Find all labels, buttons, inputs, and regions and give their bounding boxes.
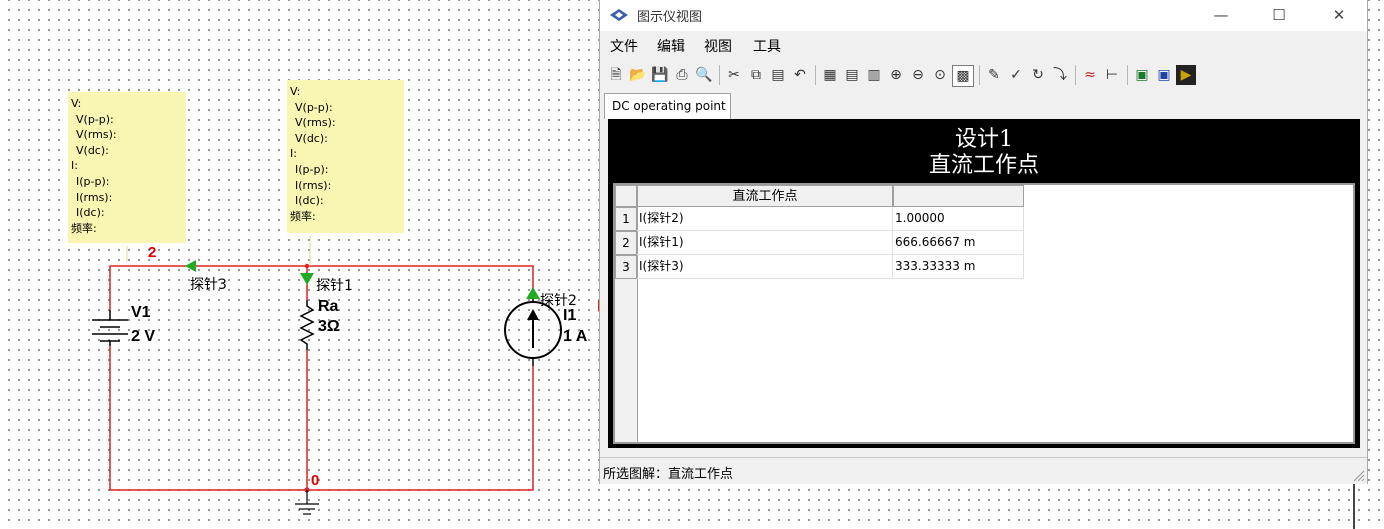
status-bar: 所选图解：直流工作点 bbox=[600, 457, 1367, 484]
ground-symbol bbox=[295, 490, 319, 515]
battery-symbol bbox=[92, 310, 128, 346]
resize-grip-icon[interactable] bbox=[1351, 468, 1365, 482]
row-number[interactable]: 1 bbox=[615, 207, 637, 231]
probe-line: I: bbox=[71, 159, 78, 173]
table-cell-name[interactable]: I(探针1) bbox=[637, 231, 893, 255]
overlay-icon[interactable]: ↻ bbox=[1028, 65, 1048, 85]
grid-icon[interactable]: ▦ bbox=[820, 65, 840, 85]
probe-line: V(p-p): bbox=[76, 112, 114, 126]
menu-edit[interactable]: 编辑 bbox=[657, 36, 685, 56]
zoom-fit-icon[interactable]: ⊙ bbox=[930, 65, 950, 85]
toolbar: 🗎 📂 💾 ⎙ 🔍 ✂ ⧉ ▤ ↶ ▦ ▤ ▥ ⊕ ⊖ ⊙ ▩ ✎ ✓ ↻ ⤵ … bbox=[600, 58, 1367, 92]
tab-strip: DC operating point bbox=[600, 92, 1367, 120]
column-header-value[interactable] bbox=[893, 185, 1024, 207]
add-cursor-icon[interactable]: ⊢ bbox=[1102, 65, 1122, 85]
minimize-icon[interactable]: — bbox=[1206, 4, 1236, 26]
table-header: 直流工作点 bbox=[637, 185, 1353, 207]
node-label-ground: 0 bbox=[311, 472, 320, 489]
ra-name[interactable]: Ra bbox=[318, 298, 338, 316]
print-preview-icon[interactable]: 🔍 bbox=[694, 65, 714, 85]
ra-value[interactable]: 3Ω bbox=[318, 318, 340, 336]
results-table[interactable]: 直流工作点 1 I(探针2) 1.00000 2 I(探针1) 666.6666… bbox=[613, 183, 1355, 444]
probe-line: I(rms): bbox=[295, 178, 332, 192]
column-header-name[interactable]: 直流工作点 bbox=[637, 185, 893, 207]
i1-value[interactable]: 1 A bbox=[563, 328, 587, 346]
title-bar[interactable]: 图示仪视图 — ☐ ✕ bbox=[600, 0, 1367, 31]
grapher-app-icon bbox=[610, 9, 628, 21]
maximize-icon[interactable]: ☐ bbox=[1264, 4, 1294, 26]
probe-line: V(dc): bbox=[76, 143, 109, 157]
probe-line: I(rms): bbox=[76, 190, 113, 204]
copy-icon[interactable]: ⧉ bbox=[746, 65, 766, 85]
graph-panel[interactable]: 设计1 直流工作点 直流工作点 1 I(探针2) 1.00000 2 I(探针1… bbox=[608, 119, 1360, 448]
probe1-label[interactable]: 探针1 bbox=[316, 275, 353, 295]
i1-name[interactable]: I1 bbox=[563, 307, 576, 325]
save-icon[interactable]: 💾 bbox=[650, 65, 670, 85]
probe-line: V: bbox=[71, 97, 82, 110]
probe-line: I(dc): bbox=[295, 194, 324, 208]
probe-info-box-right: V: V(p-p): V(rms): V(dc): I: I(p-p): I(r… bbox=[287, 80, 404, 233]
probe-line: V(rms): bbox=[76, 128, 117, 142]
table-cell-name[interactable]: I(探针2) bbox=[637, 207, 893, 231]
cut-icon[interactable]: ✂ bbox=[724, 65, 744, 85]
probe2-arrow bbox=[526, 287, 540, 299]
export-icon[interactable]: ⤵ bbox=[1050, 65, 1070, 85]
menu-view[interactable]: 视图 bbox=[704, 36, 732, 56]
properties-icon[interactable]: ✎ bbox=[984, 65, 1004, 85]
zoom-out-icon[interactable]: ⊖ bbox=[908, 65, 928, 85]
probe-line: V(rms): bbox=[295, 116, 336, 130]
v1-name[interactable]: V1 bbox=[131, 304, 151, 322]
table-cell-value[interactable]: 1.00000 bbox=[893, 207, 1024, 231]
table-corner bbox=[615, 185, 637, 207]
probe-line: 频率: bbox=[71, 221, 97, 235]
graph-subtitle: 直流工作点 bbox=[928, 153, 1039, 178]
probe-line: V: bbox=[290, 85, 301, 98]
menu-file[interactable]: 文件 bbox=[610, 36, 638, 56]
probe-line: 频率: bbox=[290, 209, 316, 223]
legend-icon[interactable]: ▤ bbox=[842, 65, 862, 85]
tab-dc-operating-point[interactable]: DC operating point bbox=[604, 93, 731, 119]
zoom-in-icon[interactable]: ⊕ bbox=[886, 65, 906, 85]
grapher-window[interactable]: 图示仪视图 — ☐ ✕ 文件 编辑 视图 工具 🗎 📂 💾 ⎙ 🔍 ✂ ⧉ ▤ … bbox=[599, 0, 1368, 484]
close-icon[interactable]: ✕ bbox=[1324, 4, 1354, 26]
probe-info-box-left: V: V(p-p): V(rms): V(dc): I: I(p-p): I(r… bbox=[68, 92, 186, 243]
probe-line: I(p-p): bbox=[295, 162, 329, 176]
probe3-arrow bbox=[185, 260, 196, 272]
window-title: 图示仪视图 bbox=[637, 10, 703, 25]
menu-tools[interactable]: 工具 bbox=[753, 36, 781, 56]
add-trace-icon[interactable]: ≈ bbox=[1080, 65, 1100, 85]
probe1-arrow bbox=[300, 273, 314, 285]
v1-value[interactable]: 2 V bbox=[131, 328, 155, 346]
new-icon[interactable]: 🗎 bbox=[606, 65, 626, 85]
probe-line: I: bbox=[290, 147, 297, 161]
probe3-label[interactable]: 探针3 bbox=[190, 274, 227, 294]
resistor-symbol bbox=[299, 300, 315, 350]
select-trace-icon[interactable]: ✓ bbox=[1006, 65, 1026, 85]
paste-icon[interactable]: ▤ bbox=[768, 65, 788, 85]
menu-bar: 文件 编辑 视图 工具 bbox=[600, 31, 1367, 57]
row-number[interactable]: 3 bbox=[615, 255, 637, 279]
open-icon[interactable]: 📂 bbox=[628, 65, 648, 85]
print-icon[interactable]: ⎙ bbox=[672, 65, 692, 85]
row-number[interactable]: 2 bbox=[615, 231, 637, 255]
table-cell-name[interactable]: I(探针3) bbox=[637, 255, 893, 279]
probe-line: V(dc): bbox=[295, 131, 328, 145]
probe-line: V(p-p): bbox=[295, 100, 333, 114]
excel-export-icon[interactable]: ▣ bbox=[1132, 65, 1152, 85]
table-cell-value[interactable]: 333.33333 m bbox=[893, 255, 1024, 279]
probe-line: I(p-p): bbox=[76, 174, 110, 188]
node-label-top: 2 bbox=[148, 244, 157, 261]
mathcad-export-icon[interactable]: ▣ bbox=[1154, 65, 1174, 85]
table-cell-value[interactable]: 666.66667 m bbox=[893, 231, 1024, 255]
reverse-colors-icon[interactable]: ▩ bbox=[952, 65, 974, 87]
status-text: 所选图解：直流工作点 bbox=[603, 467, 734, 482]
probe-line: I(dc): bbox=[76, 206, 105, 220]
undo-icon[interactable]: ↶ bbox=[790, 65, 810, 85]
cursors-icon[interactable]: ▥ bbox=[864, 65, 884, 85]
labview-export-icon[interactable]: ▶ bbox=[1176, 65, 1196, 85]
